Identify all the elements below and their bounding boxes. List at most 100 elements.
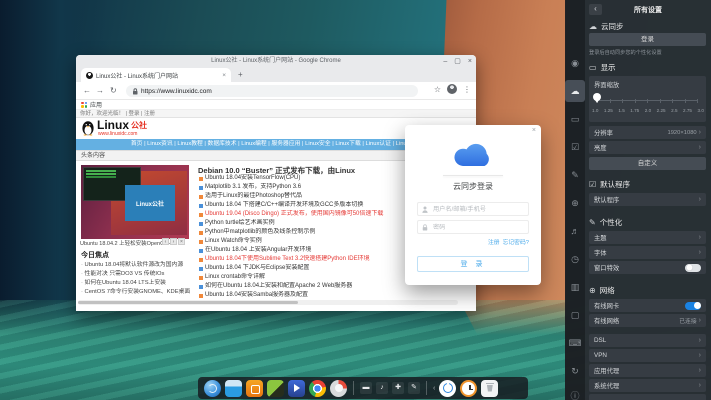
article-thumbnail[interactable]: Linux公社 [81,165,189,239]
forgot-password-link[interactable]: 忘记密码? [503,237,529,246]
update-icon[interactable]: ↻ [565,360,585,382]
shutdown-icon[interactable] [439,380,456,397]
login-button[interactable]: 登 录 [417,256,529,272]
pager-close[interactable]: × [178,238,185,245]
launcher-icon[interactable] [204,380,221,397]
default-apps-section-header: ☑ 默认程序 [589,179,630,190]
scale-slider-handle[interactable] [593,93,601,101]
focus-item[interactable]: CentOS 7命令行安装GNOME、KDE桌面 [81,288,193,297]
chevron-right-icon: › [699,317,701,324]
horizontal-scrollbar[interactable] [78,300,458,305]
pager-prev[interactable]: ‹ [162,238,169,245]
datetime-icon[interactable]: ◷ [565,248,585,270]
chevron-right-icon: › [699,382,701,389]
scale-title: 界面缩放 [594,80,619,89]
sound-icon[interactable]: ♬ [565,220,585,242]
forward-button[interactable]: → [96,86,104,95]
pager-next[interactable]: › [170,238,177,245]
system-info-icon[interactable]: ⓘ [565,385,585,400]
username-input[interactable] [431,205,524,214]
cloud-login-button[interactable]: 登录 [589,33,706,46]
keyboard-layout-tray-icon[interactable]: ▬ [360,382,372,394]
back-button[interactable]: ← [83,86,91,95]
network-section-header: ⊕ 网络 [589,285,615,296]
dsl-row[interactable]: DSL › [589,334,706,347]
register-link[interactable]: 注册 [488,237,500,246]
address-bar[interactable]: https://www.linuxidc.com [126,85,418,97]
bookmarks-bar: 应用 [76,100,476,110]
font-row[interactable]: 字体 › [589,246,706,259]
default-apps-icon: ☑ [589,180,596,189]
personalization-icon[interactable]: ✎ [565,164,585,186]
app-store-icon[interactable] [246,380,263,397]
profile-avatar[interactable] [447,84,457,94]
dialog-close-icon[interactable]: × [532,127,536,134]
keyboard-icon[interactable]: ⌨ [565,332,585,354]
minimize-button[interactable]: – [443,58,447,65]
display-icon[interactable]: ▭ [565,108,585,130]
new-tab-button[interactable]: + [238,70,243,79]
news-item[interactable]: Ubuntu 18.04安装Samba服务器及配置 [198,291,472,300]
trash-icon[interactable] [481,380,498,397]
chrome-icon[interactable] [309,380,326,397]
bookmark-star-icon[interactable]: ☆ [434,85,441,94]
app-proxy-row[interactable]: 应用代理 › [589,364,706,377]
theme-row[interactable]: 主题 › [589,231,706,244]
control-center-icon[interactable] [330,380,347,397]
tab-linuxidc[interactable]: Linux公社 - Linux系统门户网站 × [81,68,231,82]
cloud-sync-icon[interactable]: ☁ [565,80,585,102]
dock-separator [353,381,354,395]
browser-toolbar: ← → ↻ https://www.linuxidc.com ☆ ⋮ [76,82,476,100]
system-proxy-row[interactable]: 系统代理 › [589,379,706,392]
cloud-icon: ☁ [589,22,597,31]
scale-card: 界面缩放 1.01.25 1.51.75 2.02.25 2.52.75 3.0 [589,76,706,122]
resolution-row[interactable]: 分辨率 1920×1080› [589,126,706,139]
browser-titlebar[interactable]: Linux公社 - Linux系统门户网站 - Google Chrome – … [76,55,476,67]
logo-url: www.linuxidc.com [98,131,137,137]
chevron-right-icon: › [699,249,701,256]
maximize-button[interactable]: ▢ [454,57,461,65]
network-icon[interactable]: ⊕ [565,192,585,214]
file-manager-icon[interactable] [225,380,242,397]
wired-card-toggle[interactable] [685,302,701,310]
tab-label: Linux公社 - Linux系统门户网站 [96,71,219,80]
focus-item[interactable]: Ubuntu 18.04将默认软件源改为国内源 [81,261,193,270]
focus-title: 今日焦点 [81,250,109,260]
default-apps-row[interactable]: 默认程序 › [589,193,706,206]
default-apps-icon[interactable]: ☑ [565,136,585,158]
text-editor-icon[interactable] [267,380,284,397]
wired-card-row: 有线网卡 [589,299,706,312]
tab-strip: Linux公社 - Linux系统门户网站 × + [76,67,476,82]
brightness-row[interactable]: 亮度 › [589,141,706,154]
accounts-icon[interactable]: ◉ [565,52,585,74]
close-button[interactable]: × [468,58,472,65]
apps-grid-icon[interactable] [81,102,87,108]
window-effects-toggle[interactable] [685,264,701,272]
personalization-section-header: ✎ 个性化 [589,217,622,228]
datetime-icon[interactable] [460,380,477,397]
display-section-header: ▭ 显示 [589,62,616,73]
tray-collapse-icon[interactable]: ‹ [433,385,435,392]
focus-item[interactable]: 性能对决 只需DO3 VS 传统IOs [81,270,193,279]
sound-tray-icon[interactable]: ♪ [376,382,388,394]
power-icon[interactable]: ▥ [565,276,585,298]
password-input[interactable] [431,223,524,232]
wired-network-row[interactable]: 有线网络 已连接› [589,314,706,327]
customize-button[interactable]: 自定义 [589,157,706,170]
video-player-icon[interactable] [288,380,305,397]
chevron-right-icon: › [699,337,701,344]
input-method-tray-icon[interactable]: ✎ [408,382,420,394]
apps-bookmark-label[interactable]: 应用 [90,100,102,109]
menu-icon[interactable]: ⋮ [463,85,471,94]
mouse-icon[interactable]: ▢ [565,304,585,326]
focus-item[interactable]: 如何在Ubuntu 18.04 LTS上安装 [81,279,193,288]
vpn-row[interactable]: VPN › [589,349,706,362]
user-icon [422,206,428,213]
reload-button[interactable]: ↻ [110,86,117,95]
network-tray-icon[interactable]: ✚ [392,382,404,394]
cloud-icon [405,137,541,174]
scale-slider-track[interactable] [597,100,698,101]
display-icon: ▭ [589,63,597,72]
dialog-title: 云同步登录 [405,181,541,192]
tab-close-icon[interactable]: × [222,72,226,79]
